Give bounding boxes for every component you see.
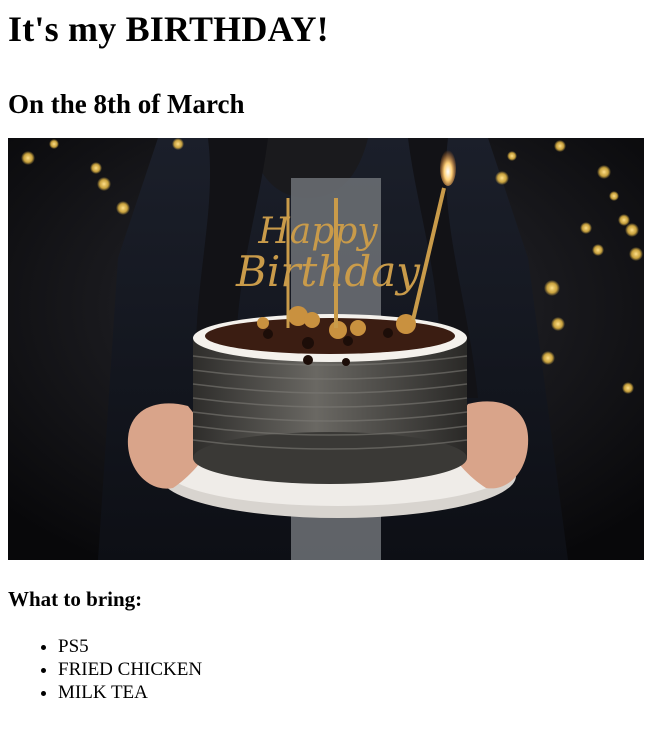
birthday-cake-illustration: Happy Birthday <box>8 138 644 560</box>
page-subtitle: On the 8th of March <box>8 89 245 119</box>
candle-flame-icon <box>440 150 456 186</box>
bring-list: PS5 FRIED CHICKEN MILK TEA <box>18 635 202 704</box>
page-title: It's my BIRTHDAY! <box>8 9 329 49</box>
list-item: MILK TEA <box>58 681 202 704</box>
bring-heading: What to bring: <box>8 587 143 611</box>
list-item: FRIED CHICKEN <box>58 658 202 681</box>
page: It's my BIRTHDAY! On the 8th of March Ha… <box>0 0 653 730</box>
birthday-cake-photo: Happy Birthday <box>8 138 644 560</box>
topper-birthday-text: Birthday <box>235 247 421 296</box>
list-item: PS5 <box>58 635 202 658</box>
topper-happy-text: Happy <box>257 211 378 252</box>
